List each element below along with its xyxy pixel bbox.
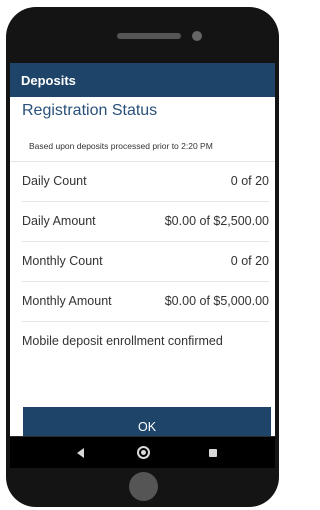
back-button[interactable] [60,437,100,468]
phone-frame: Deposits Registration Status Based upon … [6,7,279,507]
monthly-amount-row: Monthly Amount $0.00 of $5,000.00 [22,282,269,322]
recents-button[interactable] [193,437,233,468]
ok-button[interactable]: OK [23,407,271,436]
app-header: Deposits [10,63,275,97]
front-camera [192,31,202,41]
header-title: Deposits [21,73,76,88]
daily-amount-row: Daily Amount $0.00 of $2,500.00 [22,202,269,242]
row-value: $0.00 of $5,000.00 [164,294,269,308]
row-label: Monthly Count [22,254,103,268]
row-label: Daily Count [22,174,87,188]
app-screen: Deposits Registration Status Based upon … [10,63,275,436]
monthly-count-row: Monthly Count 0 of 20 [22,242,269,282]
registration-status-title: Registration Status [22,102,158,119]
row-value: 0 of 20 [230,174,269,188]
row-label: Daily Amount [22,214,96,228]
home-button[interactable] [123,437,163,468]
back-triangle-icon [76,447,84,458]
hardware-home-button[interactable] [129,472,158,501]
row-value: 0 of 20 [230,254,269,268]
recents-square-icon [209,448,217,457]
row-value: $0.00 of $2,500.00 [164,214,269,228]
enrollment-confirmation: Mobile deposit enrollment confirmed [22,334,223,348]
processing-note: Based upon deposits processed prior to 2… [10,130,275,162]
row-label: Monthly Amount [22,294,112,308]
speaker-grille [117,33,181,39]
system-nav-bar [10,436,275,468]
home-circle-icon [136,446,150,459]
daily-count-row: Daily Count 0 of 20 [22,162,269,202]
